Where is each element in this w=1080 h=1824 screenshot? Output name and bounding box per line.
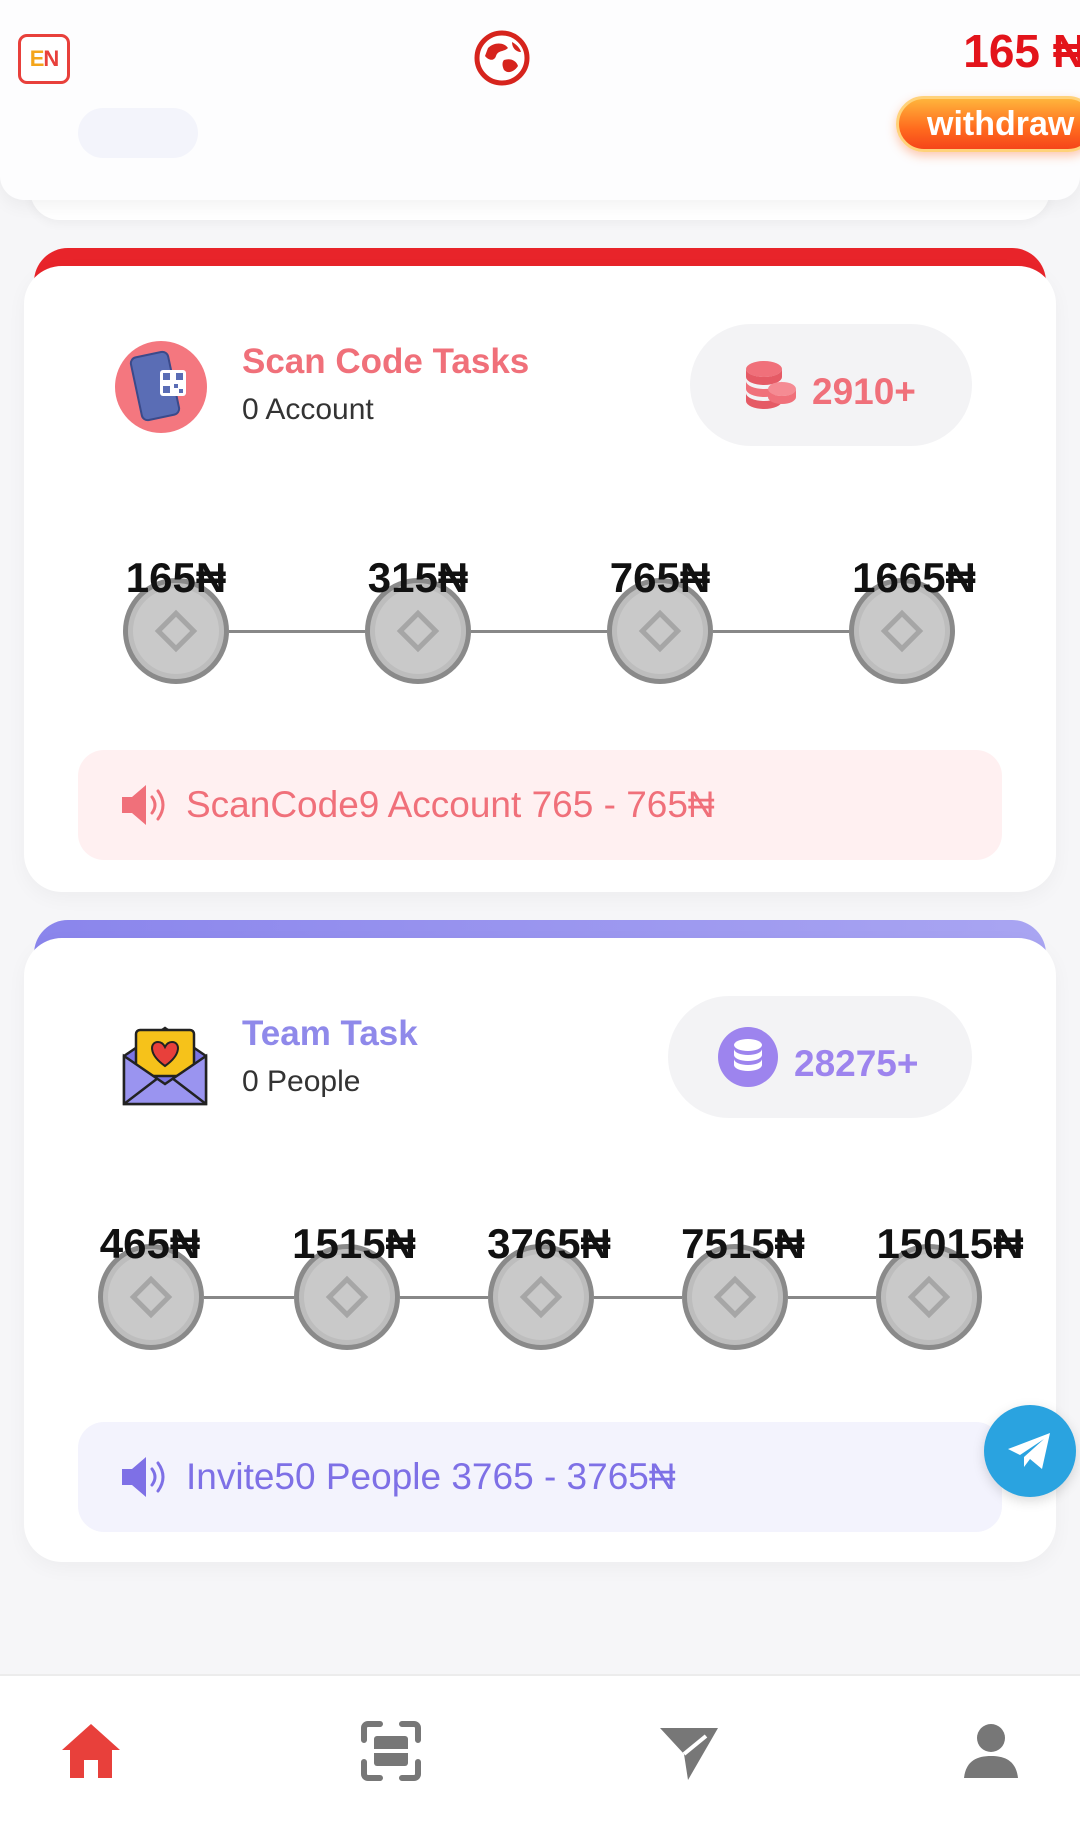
milestone-label: 7515₦ bbox=[681, 1220, 805, 1267]
milestone-label: 1515₦ bbox=[292, 1220, 416, 1267]
team-task-title: Team Task bbox=[242, 1014, 418, 1053]
milestone-label: 1665₦ bbox=[852, 554, 976, 601]
speaker-icon bbox=[122, 785, 165, 825]
language-icon[interactable]: EN bbox=[18, 34, 70, 84]
milestone-connector bbox=[594, 1296, 682, 1299]
globe-icon[interactable] bbox=[474, 30, 530, 86]
withdraw-button[interactable]: withdraw bbox=[896, 96, 1080, 152]
milestone-label: 465₦ bbox=[99, 1220, 201, 1267]
home-icon[interactable] bbox=[58, 1718, 124, 1784]
milestone-label: 165₦ bbox=[125, 554, 227, 601]
team-task-notice: Invite50 People 3765 - 3765₦ bbox=[78, 1422, 1002, 1532]
milestone-connector bbox=[471, 630, 607, 633]
scan-task-subtitle: 0 Account bbox=[242, 393, 374, 426]
scan-icon[interactable] bbox=[358, 1718, 424, 1784]
telegram-button[interactable] bbox=[984, 1405, 1076, 1497]
milestone-connector bbox=[204, 1296, 294, 1299]
milestone-connector bbox=[788, 1296, 876, 1299]
milestone-label: 315₦ bbox=[367, 554, 469, 601]
bottom-nav bbox=[0, 1674, 1080, 1824]
team-task-subtitle: 0 People bbox=[242, 1065, 361, 1098]
team-task-notice-text: Invite50 People 3765 - 3765₦ bbox=[186, 1456, 676, 1497]
milestone-label: 3765₦ bbox=[487, 1220, 611, 1267]
scan-task-milestones: 165₦ 315₦ 765₦ 1665₦ bbox=[0, 554, 1080, 694]
team-task-reward-pill: 28275+ bbox=[668, 996, 972, 1118]
coin-stack-circle-icon bbox=[718, 1027, 778, 1087]
milestone-connector bbox=[400, 1296, 488, 1299]
team-task-milestones: 465₦ 1515₦ 3765₦ 7515₦ 15015₦ bbox=[0, 1220, 1080, 1360]
milestone-connector bbox=[229, 630, 365, 633]
team-task-card[interactable]: Team Task 0 People 28275+ 465₦ 1515₦ 376… bbox=[24, 938, 1056, 1562]
milestone-label: 765₦ bbox=[609, 554, 711, 601]
milestone-label: 15015₦ bbox=[876, 1220, 1024, 1267]
scan-task-reward-pill: 2910+ bbox=[690, 324, 972, 446]
language-badge-e: E bbox=[29, 46, 45, 71]
header-decoration-pill bbox=[78, 108, 198, 158]
scan-task-notice: ScanCode9 Account 765 - 765₦ bbox=[78, 750, 1002, 860]
envelope-heart-icon bbox=[122, 1026, 208, 1106]
header: EN 165 ₦ withdraw bbox=[0, 0, 1080, 200]
scan-task-reward-amount: 2910+ bbox=[812, 371, 916, 412]
profile-icon[interactable] bbox=[958, 1718, 1024, 1784]
page: EN 165 ₦ withdraw Scan Code Tasks 0 Acco… bbox=[0, 0, 1080, 1824]
speaker-icon bbox=[122, 1457, 165, 1497]
scan-task-notice-text: ScanCode9 Account 765 - 765₦ bbox=[186, 784, 715, 825]
milestone-connector bbox=[713, 630, 849, 633]
send-icon[interactable] bbox=[656, 1718, 722, 1784]
language-badge-n: N bbox=[43, 46, 59, 71]
balance-amount: 165 ₦ bbox=[963, 25, 1080, 77]
team-task-reward-amount: 28275+ bbox=[794, 1043, 919, 1084]
scan-task-title: Scan Code Tasks bbox=[242, 342, 530, 381]
scan-task-card[interactable]: Scan Code Tasks 0 Account 2910+ 165₦ 315… bbox=[24, 266, 1056, 892]
scan-code-icon bbox=[115, 341, 207, 433]
coins-stack-icon bbox=[746, 361, 796, 409]
telegram-icon bbox=[1008, 1433, 1050, 1469]
